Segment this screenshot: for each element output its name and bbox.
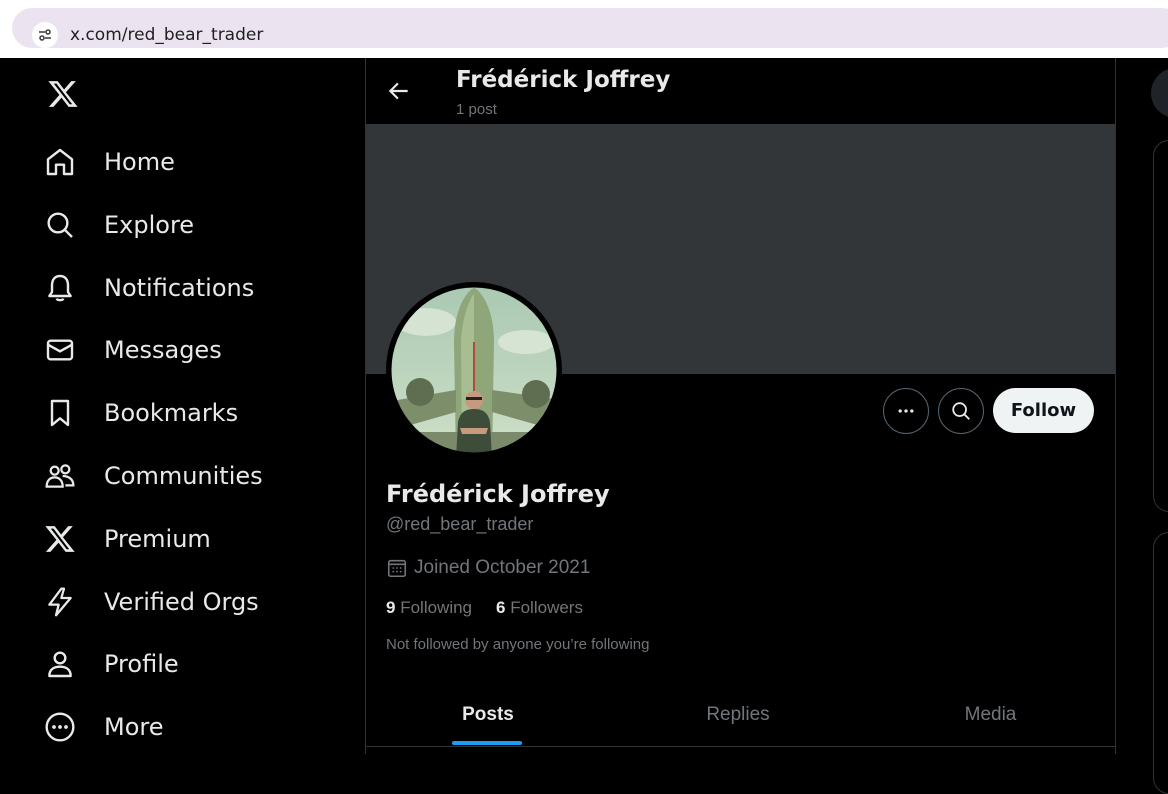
calendar-icon <box>387 559 407 578</box>
sidebar-item-label: Verified Orgs <box>104 588 259 616</box>
right-search-box[interactable] <box>1151 68 1168 118</box>
sidebar-item-more[interactable]: More <box>44 701 164 753</box>
lightning-icon <box>48 587 72 617</box>
following-label: Following <box>400 598 473 617</box>
x-logo-icon <box>45 526 75 552</box>
url-text: x.com/red_bear_trader <box>70 25 264 45</box>
sidebar-item-label: Notifications <box>104 274 255 302</box>
tab-posts[interactable]: Posts <box>366 686 610 744</box>
bookmark-icon <box>50 399 70 427</box>
sidebar-item-explore[interactable]: Explore <box>44 199 194 251</box>
people-icon <box>45 464 75 488</box>
sidebar-nav: Home Explore Notifications Messages Book… <box>0 58 365 754</box>
sidebar-item-label: Explore <box>104 211 195 239</box>
following-count: 9 <box>386 598 396 617</box>
sidebar-item-label: Bookmarks <box>104 399 239 427</box>
search-icon <box>47 212 73 238</box>
sidebar-item-label: Premium <box>104 525 211 553</box>
x-logo-icon[interactable] <box>46 78 80 110</box>
header-display-name: Frédérick Joffrey <box>456 67 671 93</box>
followers-link[interactable]: 6 Followers <box>496 598 583 618</box>
sidebar-item-label: More <box>104 713 164 741</box>
follow-button[interactable]: Follow <box>993 388 1094 433</box>
tab-media[interactable]: Media <box>866 686 1115 744</box>
person-icon <box>48 651 72 678</box>
sidebar-item-notifications[interactable]: Notifications <box>44 262 254 314</box>
sidebar-item-home[interactable]: Home <box>44 136 175 188</box>
home-icon <box>46 148 74 176</box>
joined-date: Joined October 2021 <box>386 557 590 579</box>
right-sidebar-card <box>1153 532 1168 794</box>
profile-handle: @red_bear_trader <box>386 514 534 534</box>
follow-stats: 9 Following 6 Followers <box>386 598 607 618</box>
sidebar-item-label: Messages <box>104 336 222 364</box>
sidebar-item-label: Profile <box>104 650 179 678</box>
profile-header-bar: Frédérick Joffrey 1 post <box>366 58 1115 124</box>
browser-toolbar: x.com/red_bear_trader <box>0 0 1168 58</box>
profile-tabs: Posts Replies Media <box>366 686 1115 747</box>
site-settings-icon[interactable] <box>32 22 58 48</box>
ellipsis-icon <box>898 409 914 413</box>
more-options-button[interactable] <box>883 388 929 434</box>
sidebar-item-label: Communities <box>104 462 263 490</box>
back-arrow-icon[interactable] <box>386 78 412 104</box>
followers-count: 6 <box>496 598 506 617</box>
search-icon <box>952 402 970 420</box>
header-post-count: 1 post <box>456 101 497 118</box>
sidebar-item-verified-orgs[interactable]: Verified Orgs <box>44 576 259 628</box>
not-followed-note: Not followed by anyone you’re following <box>386 636 650 653</box>
bell-icon <box>48 274 72 302</box>
tab-replies[interactable]: Replies <box>610 686 866 744</box>
right-sidebar-card <box>1153 140 1168 512</box>
sidebar-item-profile[interactable]: Profile <box>44 638 179 690</box>
sidebar-item-bookmarks[interactable]: Bookmarks <box>44 387 238 439</box>
envelope-icon <box>46 339 74 361</box>
search-profile-button[interactable] <box>938 388 984 434</box>
sidebar-item-communities[interactable]: Communities <box>44 450 263 502</box>
address-bar[interactable]: x.com/red_bear_trader <box>12 8 1168 48</box>
sidebar-item-messages[interactable]: Messages <box>44 324 222 376</box>
sidebar-item-label: Home <box>104 148 175 176</box>
sidebar-item-premium[interactable]: Premium <box>44 513 211 565</box>
followers-label: Followers <box>510 598 583 617</box>
active-tab-indicator <box>452 741 522 745</box>
following-link[interactable]: 9 Following <box>386 598 472 618</box>
more-circle-icon <box>45 712 75 742</box>
profile-display-name: Frédérick Joffrey <box>386 480 610 508</box>
profile-main: Frédérick Joffrey 1 post Follow Frédéric… <box>365 58 1116 754</box>
avatar[interactable] <box>386 282 562 458</box>
joined-text: Joined October 2021 <box>414 557 591 578</box>
